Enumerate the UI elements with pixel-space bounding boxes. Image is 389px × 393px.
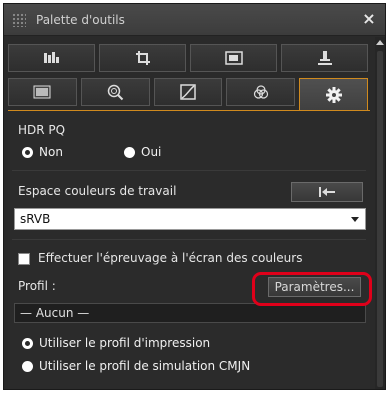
option-print-profile[interactable]: Utiliser le profil d'impression: [22, 336, 210, 350]
scroll-thumb[interactable]: [377, 51, 383, 387]
divider: [12, 239, 366, 240]
option-cmyk-profile[interactable]: Utiliser le profil de simulation CMJN: [22, 359, 250, 373]
soft-proofing-label: Effectuer l'épreuvage à l'écran des coul…: [38, 251, 303, 265]
stamp-icon: [317, 51, 332, 65]
hdr-pq-label: HDR PQ: [18, 123, 66, 137]
picture-style-icon: [33, 85, 51, 99]
window-title: Palette d'outils: [36, 13, 125, 27]
hdr-option-oui-label: Oui: [141, 145, 162, 159]
gear-icon: [325, 86, 342, 103]
profile-label: Profil :: [18, 279, 56, 293]
tone-curve-icon: [180, 84, 196, 100]
radio-unselected-icon: [22, 360, 33, 372]
settings-panel: HDR PQ Non Oui Espace couleurs de travai…: [8, 110, 370, 389]
hdr-option-non[interactable]: Non: [22, 145, 63, 159]
drag-grip-icon[interactable]: [12, 13, 26, 27]
workspace-label: Espace couleurs de travail: [18, 184, 177, 198]
tab-lens-search[interactable]: [80, 78, 150, 106]
tab-tone-curve[interactable]: [153, 78, 223, 106]
tab-crop[interactable]: [99, 44, 186, 72]
tab-stamp[interactable]: [281, 44, 368, 72]
option-cmyk-profile-label: Utiliser le profil de simulation CMJN: [39, 359, 251, 373]
lens-search-icon: [107, 84, 124, 101]
reset-workspace-button[interactable]: [291, 182, 363, 202]
scroll-up-arrow-icon[interactable]: [376, 40, 384, 45]
workspace-select[interactable]: sRVB: [14, 208, 366, 230]
tab-picture-style[interactable]: [8, 78, 77, 106]
scrollbar[interactable]: [375, 37, 385, 389]
highlight-annotation: [252, 272, 372, 306]
image-icon: [224, 51, 243, 65]
tab-row-1: [8, 44, 368, 72]
color-wheel-icon: [253, 85, 268, 99]
radio-unselected-icon: [124, 146, 135, 158]
hdr-option-non-label: Non: [39, 145, 63, 159]
tab-histogram[interactable]: [8, 44, 95, 72]
tab-settings[interactable]: [299, 78, 368, 110]
tab-color-wheel[interactable]: [226, 78, 296, 106]
option-print-profile-label: Utiliser le profil d'impression: [39, 336, 211, 350]
profile-select[interactable]: — Aucun —: [14, 303, 366, 323]
profile-select-value: — Aucun —: [20, 306, 90, 320]
hdr-option-oui[interactable]: Oui: [124, 145, 161, 159]
histogram-icon: [43, 52, 59, 63]
workspace-select-value: sRVB: [20, 212, 51, 226]
radio-selected-icon: [22, 146, 33, 158]
crop-icon: [135, 51, 150, 65]
reset-arrow-icon: [319, 187, 335, 197]
soft-proofing-checkbox[interactable]: [18, 253, 30, 265]
divider: [12, 170, 366, 171]
radio-selected-icon: [22, 337, 33, 349]
title-bar[interactable]: Palette d'outils ×: [4, 4, 385, 36]
tab-row-2: [8, 78, 368, 110]
tab-image[interactable]: [190, 44, 277, 72]
close-button[interactable]: ×: [359, 9, 379, 29]
chevron-down-icon: [351, 217, 359, 222]
tool-palette: Palette d'outils × HDR PQ Non Oui Espace…: [3, 3, 386, 390]
